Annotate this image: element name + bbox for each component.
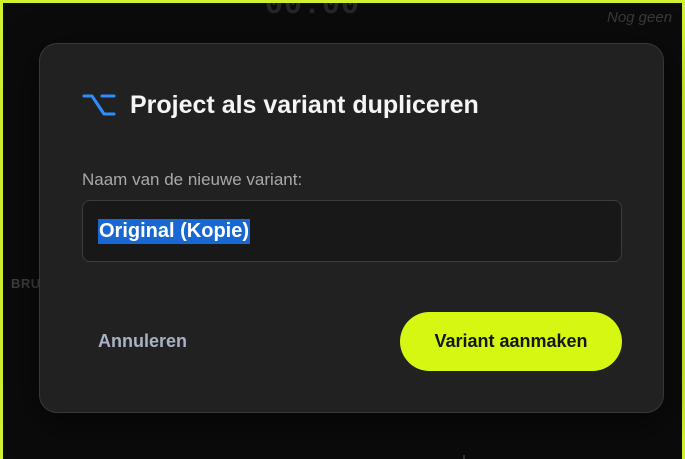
background-status-text: Nog geen [607,9,673,26]
branch-icon [82,88,116,122]
variant-name-label: Naam van de nieuwe variant: [82,170,303,189]
create-variant-button[interactable]: Variant aanmaken [400,312,622,371]
dialog-header: Project als variant dupliceren [82,88,479,122]
variant-name-input[interactable]: Original (Kopie) [82,200,622,262]
dialog-title: Project als variant dupliceren [130,90,479,119]
background-side-label: BRU [11,276,41,291]
cancel-button[interactable]: Annuleren [98,326,218,356]
variant-name-value: Original (Kopie) [98,219,250,244]
background-timer: 00:00 [265,0,361,23]
duplicate-variant-dialog: Project als variant dupliceren Naam van … [39,43,664,413]
background-tick [463,455,465,459]
